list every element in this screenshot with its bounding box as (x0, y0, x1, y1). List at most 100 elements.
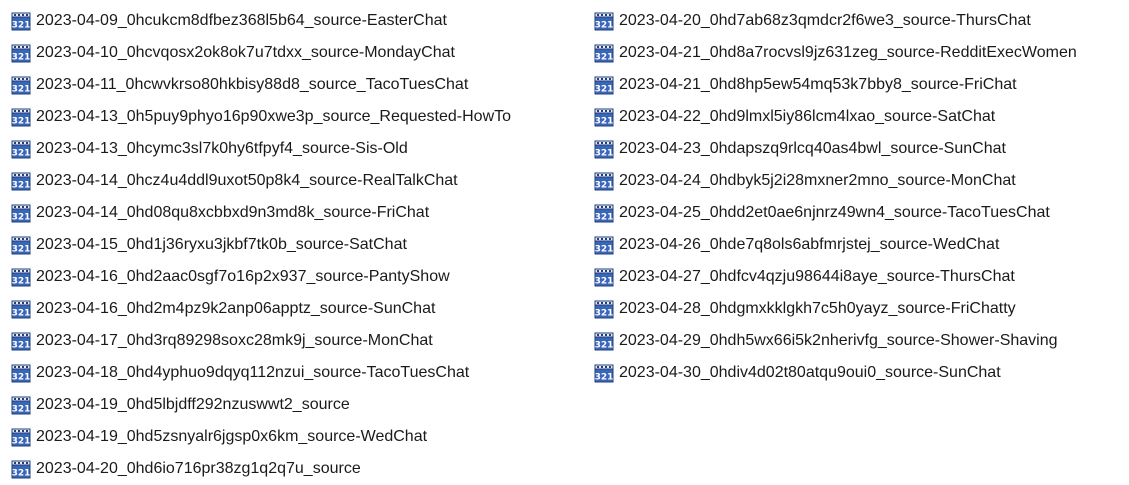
file-item[interactable]: 321 2023-04-18_0hd4yphuo9dqyq112nzui_sou… (10, 357, 590, 389)
file-item[interactable]: 321 2023-04-24_0hdbyk5j2i28mxner2mno_sou… (593, 165, 1129, 197)
file-name: 2023-04-29_0hdh5wx66i5k2nherivfg_source-… (619, 332, 1058, 349)
svg-text:321: 321 (12, 469, 31, 479)
svg-text:321: 321 (12, 21, 31, 31)
file-name: 2023-04-13_0hcymc3sl7k0hy6tfpyf4_source-… (36, 140, 408, 157)
file-item[interactable]: 321 2023-04-09_0hcukcm8dfbez368l5b64_sou… (10, 5, 590, 37)
svg-text:321: 321 (595, 213, 614, 223)
svg-text:321: 321 (595, 149, 614, 159)
file-name: 2023-04-20_0hd7ab68z3qmdcr2f6we3_source-… (619, 12, 1031, 29)
file-name: 2023-04-20_0hd6io716pr38zg1q2q7u_source (36, 460, 361, 477)
svg-text:321: 321 (595, 117, 614, 127)
media-player-classic-file-icon: 321 (11, 428, 31, 447)
svg-text:321: 321 (595, 85, 614, 95)
svg-text:321: 321 (595, 21, 614, 31)
svg-text:321: 321 (12, 117, 31, 127)
svg-text:321: 321 (12, 245, 31, 255)
file-item[interactable]: 321 2023-04-21_0hd8a7rocvsl9jz631zeg_sou… (593, 37, 1129, 69)
file-name: 2023-04-21_0hd8hp5ew54mq53k7bby8_source-… (619, 76, 1017, 93)
media-player-classic-file-icon: 321 (11, 44, 31, 63)
file-name: 2023-04-25_0hdd2et0ae6njnrz49wn4_source-… (619, 204, 1050, 221)
media-player-classic-file-icon: 321 (594, 204, 614, 223)
svg-text:321: 321 (12, 181, 31, 191)
svg-text:321: 321 (12, 405, 31, 415)
file-name: 2023-04-27_0hdfcv4qzju98644i8aye_source-… (619, 268, 1015, 285)
svg-text:321: 321 (595, 309, 614, 319)
svg-text:321: 321 (595, 277, 614, 287)
file-item[interactable]: 321 2023-04-15_0hd1j36ryxu3jkbf7tk0b_sou… (10, 229, 590, 261)
file-item[interactable]: 321 2023-04-26_0hde7q8ols6abfmrjstej_sou… (593, 229, 1129, 261)
media-player-classic-file-icon: 321 (594, 364, 614, 383)
file-name: 2023-04-21_0hd8a7rocvsl9jz631zeg_source-… (619, 44, 1077, 61)
file-item[interactable]: 321 2023-04-29_0hdh5wx66i5k2nherivfg_sou… (593, 325, 1129, 357)
file-item[interactable]: 321 2023-04-19_0hd5lbjdff292nzuswwt2_sou… (10, 389, 590, 421)
file-name: 2023-04-19_0hd5lbjdff292nzuswwt2_source (36, 396, 350, 413)
file-item[interactable]: 321 2023-04-19_0hd5zsnyalr6jgsp0x6km_sou… (10, 421, 590, 453)
file-name: 2023-04-19_0hd5zsnyalr6jgsp0x6km_source-… (36, 428, 428, 445)
file-item[interactable]: 321 2023-04-16_0hd2aac0sgf7o16p2x937_sou… (10, 261, 590, 293)
file-item[interactable]: 321 2023-04-16_0hd2m4pz9k2anp06apptz_sou… (10, 293, 590, 325)
media-player-classic-file-icon: 321 (594, 172, 614, 191)
media-player-classic-file-icon: 321 (594, 140, 614, 159)
file-item[interactable]: 321 2023-04-20_0hd6io716pr38zg1q2q7u_sou… (10, 453, 590, 485)
svg-text:321: 321 (12, 341, 31, 351)
file-item[interactable]: 321 2023-04-20_0hd7ab68z3qmdcr2f6we3_sou… (593, 5, 1129, 37)
file-name: 2023-04-26_0hde7q8ols6abfmrjstej_source-… (619, 236, 1000, 253)
file-item[interactable]: 321 2023-04-11_0hcwvkrso80hkbisy88d8_sou… (10, 69, 590, 101)
file-name: 2023-04-18_0hd4yphuo9dqyq112nzui_source-… (36, 364, 470, 381)
file-name: 2023-04-11_0hcwvkrso80hkbisy88d8_source_… (36, 76, 469, 93)
file-name: 2023-04-23_0hdapszq9rlcq40as4bwl_source-… (619, 140, 1006, 157)
file-item[interactable]: 321 2023-04-23_0hdapszq9rlcq40as4bwl_sou… (593, 133, 1129, 165)
media-player-classic-file-icon: 321 (594, 268, 614, 287)
file-name: 2023-04-16_0hd2aac0sgf7o16p2x937_source-… (36, 268, 450, 285)
media-player-classic-file-icon: 321 (11, 332, 31, 351)
media-player-classic-file-icon: 321 (11, 460, 31, 479)
svg-text:321: 321 (12, 309, 31, 319)
file-item[interactable]: 321 2023-04-22_0hd9lmxl5iy86lcm4lxao_sou… (593, 101, 1129, 133)
file-item[interactable]: 321 2023-04-27_0hdfcv4qzju98644i8aye_sou… (593, 261, 1129, 293)
file-item[interactable]: 321 2023-04-13_0hcymc3sl7k0hy6tfpyf4_sou… (10, 133, 590, 165)
file-name: 2023-04-16_0hd2m4pz9k2anp06apptz_source-… (36, 300, 436, 317)
media-player-classic-file-icon: 321 (594, 332, 614, 351)
media-player-classic-file-icon: 321 (11, 236, 31, 255)
media-player-classic-file-icon: 321 (11, 76, 31, 95)
svg-text:321: 321 (12, 373, 31, 383)
file-name: 2023-04-22_0hd9lmxl5iy86lcm4lxao_source-… (619, 108, 996, 125)
media-player-classic-file-icon: 321 (11, 140, 31, 159)
svg-text:321: 321 (12, 277, 31, 287)
media-player-classic-file-icon: 321 (11, 172, 31, 191)
file-name: 2023-04-15_0hd1j36ryxu3jkbf7tk0b_source-… (36, 236, 407, 253)
file-item[interactable]: 321 2023-04-25_0hdd2et0ae6njnrz49wn4_sou… (593, 197, 1129, 229)
file-name: 2023-04-09_0hcukcm8dfbez368l5b64_source-… (36, 12, 447, 29)
file-name: 2023-04-28_0hdgmxkklgkh7c5h0yayz_source-… (619, 300, 1016, 317)
file-item[interactable]: 321 2023-04-17_0hd3rq89298soxc28mk9j_sou… (10, 325, 590, 357)
file-item[interactable]: 321 2023-04-14_0hd08qu8xcbbxd9n3md8k_sou… (10, 197, 590, 229)
svg-text:321: 321 (595, 245, 614, 255)
file-item[interactable]: 321 2023-04-10_0hcvqosx2ok8ok7u7tdxx_sou… (10, 37, 590, 69)
file-item[interactable]: 321 2023-04-13_0h5puy9phyo16p90xwe3p_sou… (10, 101, 590, 133)
media-player-classic-file-icon: 321 (594, 44, 614, 63)
svg-text:321: 321 (12, 149, 31, 159)
media-player-classic-file-icon: 321 (11, 108, 31, 127)
file-list-column-right: 321 2023-04-20_0hd7ab68z3qmdcr2f6we3_sou… (593, 5, 1129, 389)
file-name: 2023-04-13_0h5puy9phyo16p90xwe3p_source_… (36, 108, 512, 125)
svg-text:321: 321 (12, 437, 31, 447)
media-player-classic-file-icon: 321 (11, 204, 31, 223)
file-item[interactable]: 321 2023-04-14_0hcz4u4ddl9uxot50p8k4_sou… (10, 165, 590, 197)
svg-text:321: 321 (12, 85, 31, 95)
media-player-classic-file-icon: 321 (11, 300, 31, 319)
file-list-column-left: 321 2023-04-09_0hcukcm8dfbez368l5b64_sou… (10, 5, 590, 485)
file-name: 2023-04-14_0hd08qu8xcbbxd9n3md8k_source-… (36, 204, 430, 221)
media-player-classic-file-icon: 321 (11, 396, 31, 415)
media-player-classic-file-icon: 321 (11, 268, 31, 287)
media-player-classic-file-icon: 321 (594, 108, 614, 127)
file-name: 2023-04-10_0hcvqosx2ok8ok7u7tdxx_source-… (36, 44, 455, 61)
media-player-classic-file-icon: 321 (594, 12, 614, 31)
file-item[interactable]: 321 2023-04-30_0hdiv4d02t80atqu9oui0_sou… (593, 357, 1129, 389)
svg-text:321: 321 (12, 213, 31, 223)
svg-text:321: 321 (12, 53, 31, 63)
file-item[interactable]: 321 2023-04-28_0hdgmxkklgkh7c5h0yayz_sou… (593, 293, 1129, 325)
media-player-classic-file-icon: 321 (594, 76, 614, 95)
media-player-classic-file-icon: 321 (11, 12, 31, 31)
media-player-classic-file-icon: 321 (594, 236, 614, 255)
file-item[interactable]: 321 2023-04-21_0hd8hp5ew54mq53k7bby8_sou… (593, 69, 1129, 101)
